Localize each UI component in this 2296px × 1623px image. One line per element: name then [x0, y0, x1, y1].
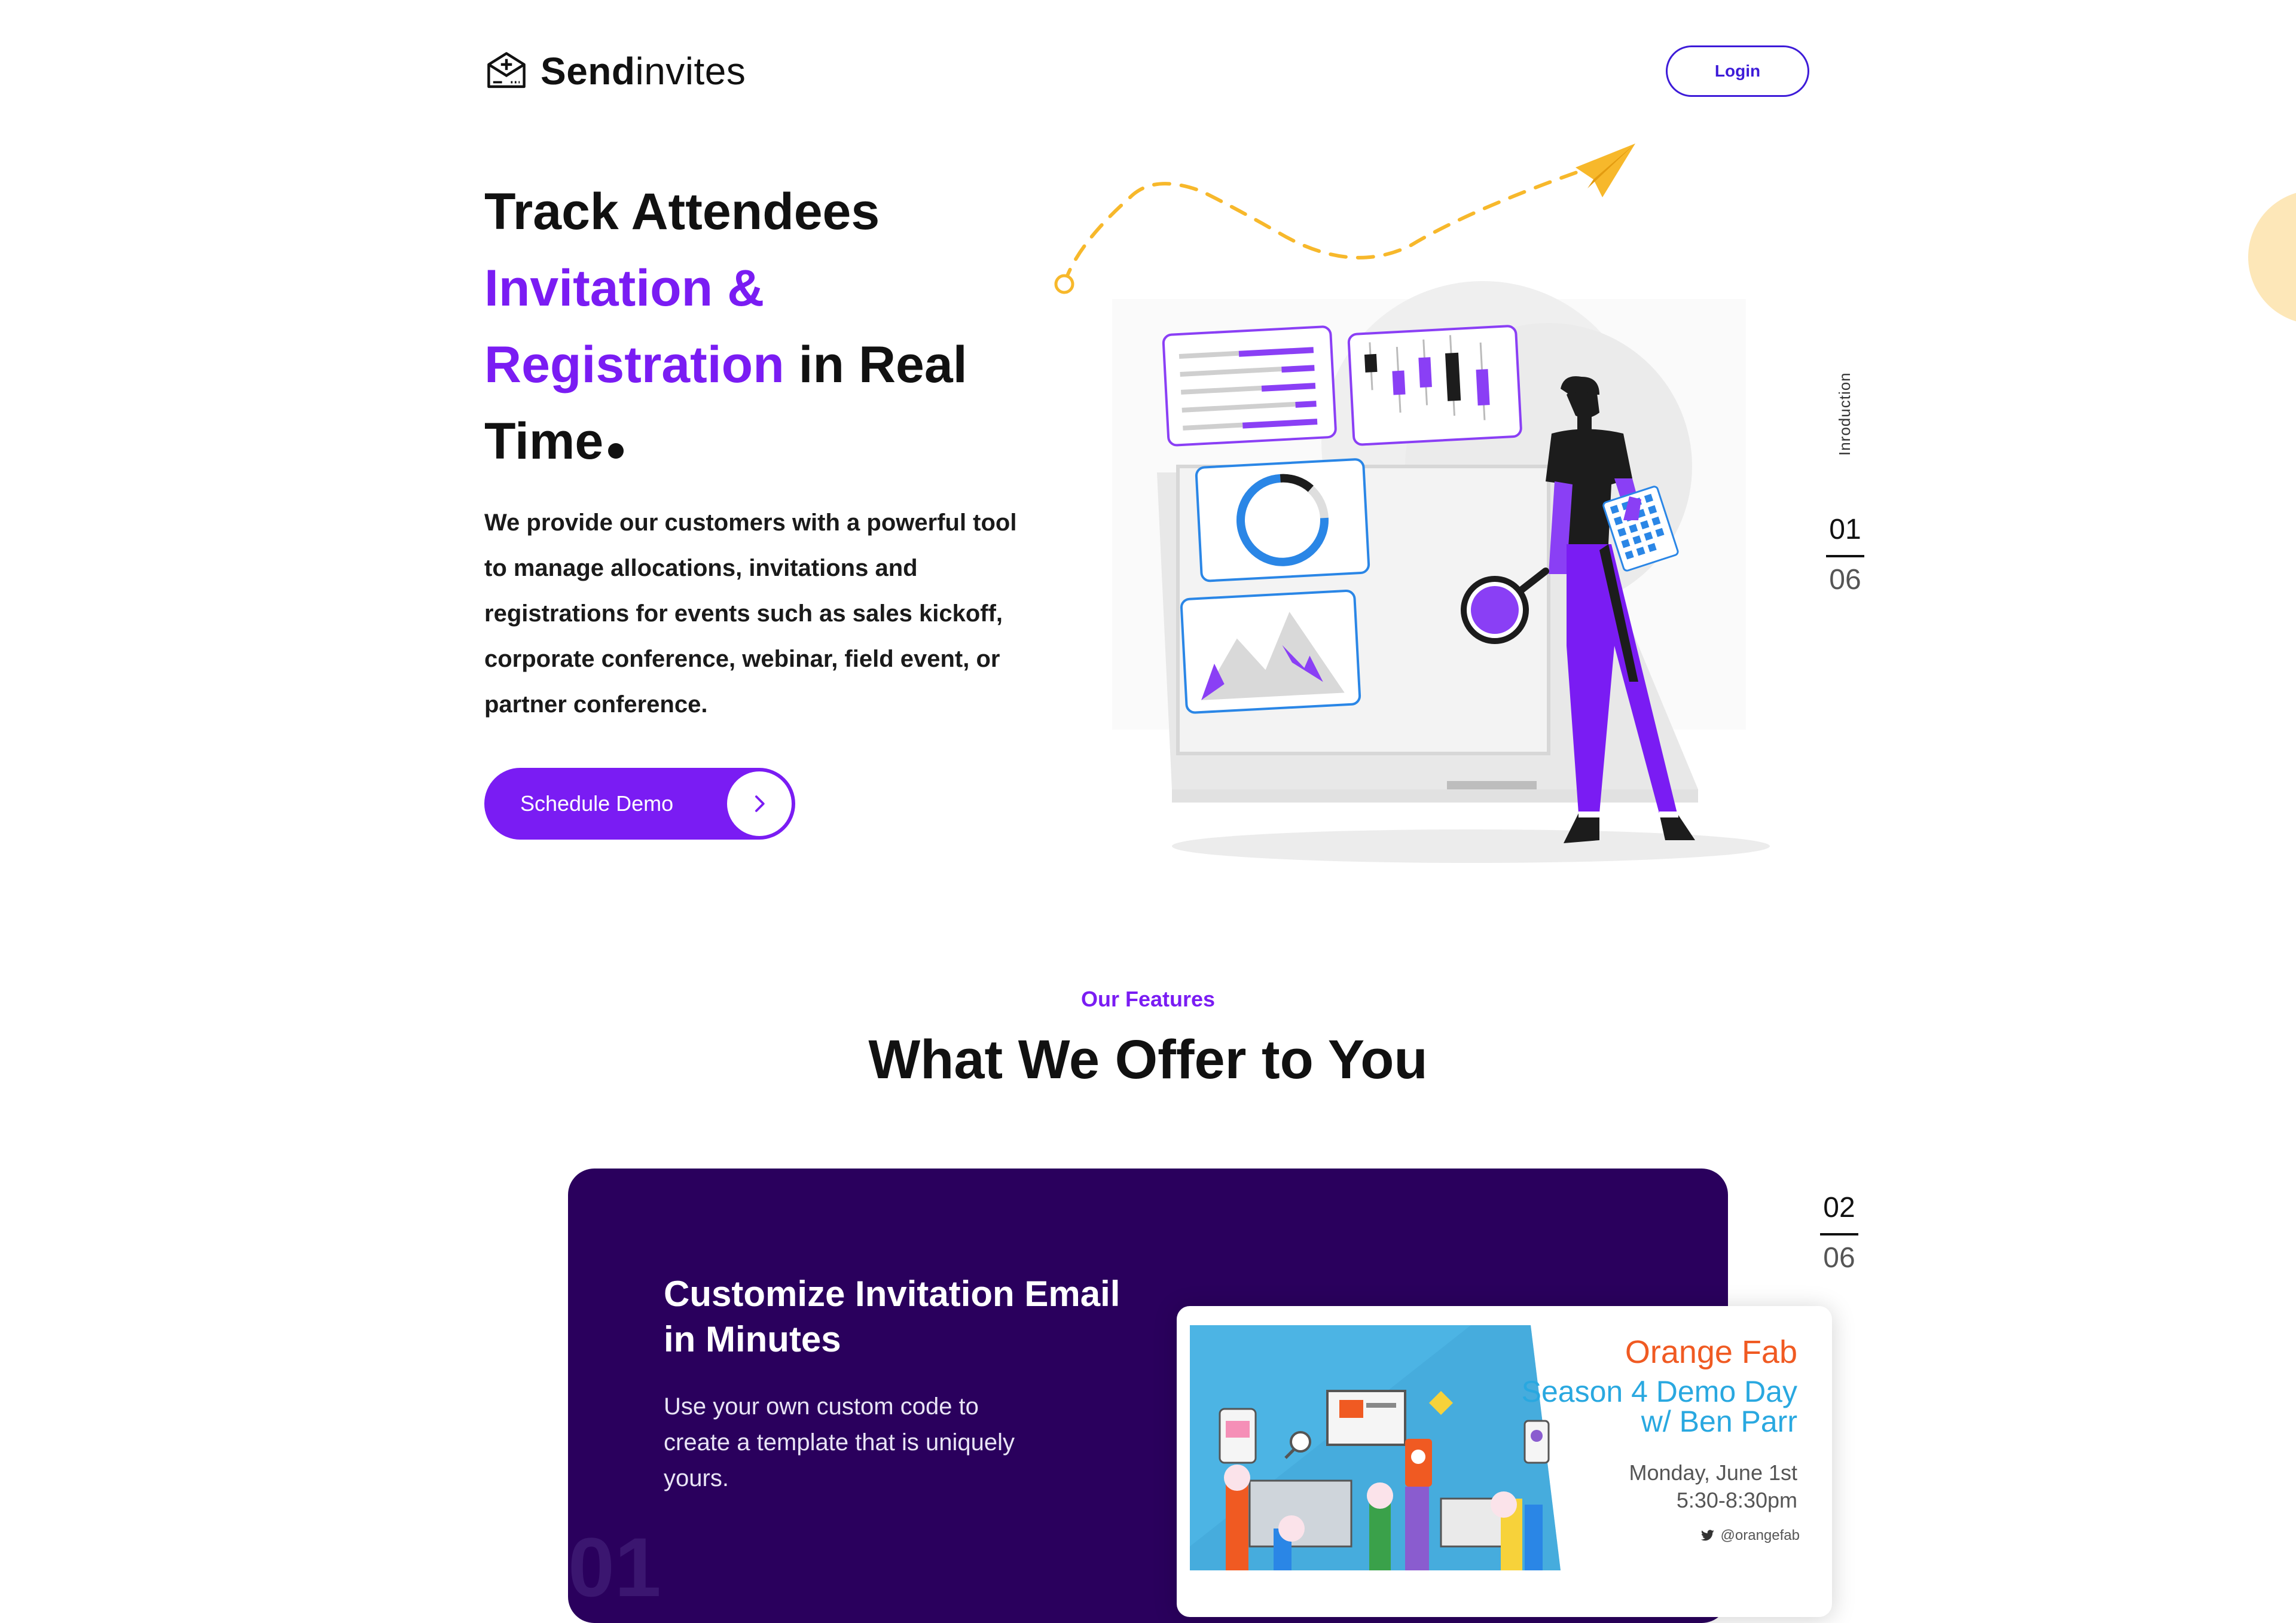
hero-illustration	[1054, 144, 1770, 863]
section-counter-total-2: 06	[1823, 1242, 1855, 1274]
section-counter-total: 06	[1829, 564, 1861, 596]
email-event-date: Monday, June 1st 5:30-8:30pm	[1629, 1460, 1798, 1512]
schedule-demo-button[interactable]: Schedule Demo	[484, 768, 795, 840]
twitter-icon	[1700, 1530, 1714, 1541]
login-button[interactable]: Login	[1666, 45, 1809, 97]
section-label: Inroduction	[1836, 372, 1854, 456]
feature-card-title: Customize Invitation Email in Minutes	[664, 1274, 1120, 1359]
title-dot	[608, 443, 624, 459]
brand-logo[interactable]: Sendinvites	[484, 49, 746, 93]
section-counter-current: 01	[1829, 514, 1861, 545]
decorative-blob	[2248, 190, 2296, 324]
envelope-logo-icon	[487, 52, 526, 89]
email-social-handle: @orangefab	[1700, 1527, 1800, 1544]
schedule-demo-label: Schedule Demo	[520, 791, 674, 816]
section-counter-current-2: 02	[1823, 1192, 1855, 1224]
paper-plane-icon	[1576, 144, 1635, 197]
features-title: What We Offer to You	[868, 1029, 1428, 1090]
section-counter-divider-2	[1820, 1233, 1858, 1235]
email-event-title: Season 4 Demo Day w/ Ben Parr	[1521, 1375, 1797, 1438]
email-org-name: Orange Fab	[1625, 1334, 1797, 1370]
section-counter-divider	[1826, 555, 1864, 557]
features-label: Our Features	[1080, 987, 1216, 1011]
hero-title: Track Attendees Invitation & Registratio…	[484, 183, 967, 470]
brand-name: Sendinvites	[541, 50, 746, 93]
feature-card-description: Use your own custom code to create a tem…	[664, 1393, 1015, 1491]
path-start-marker	[1054, 274, 1074, 294]
chevron-right-icon	[727, 771, 792, 836]
hero-description: We provide our customers with a powerful…	[484, 510, 1017, 718]
card-ghost-number: 01	[568, 1520, 661, 1614]
